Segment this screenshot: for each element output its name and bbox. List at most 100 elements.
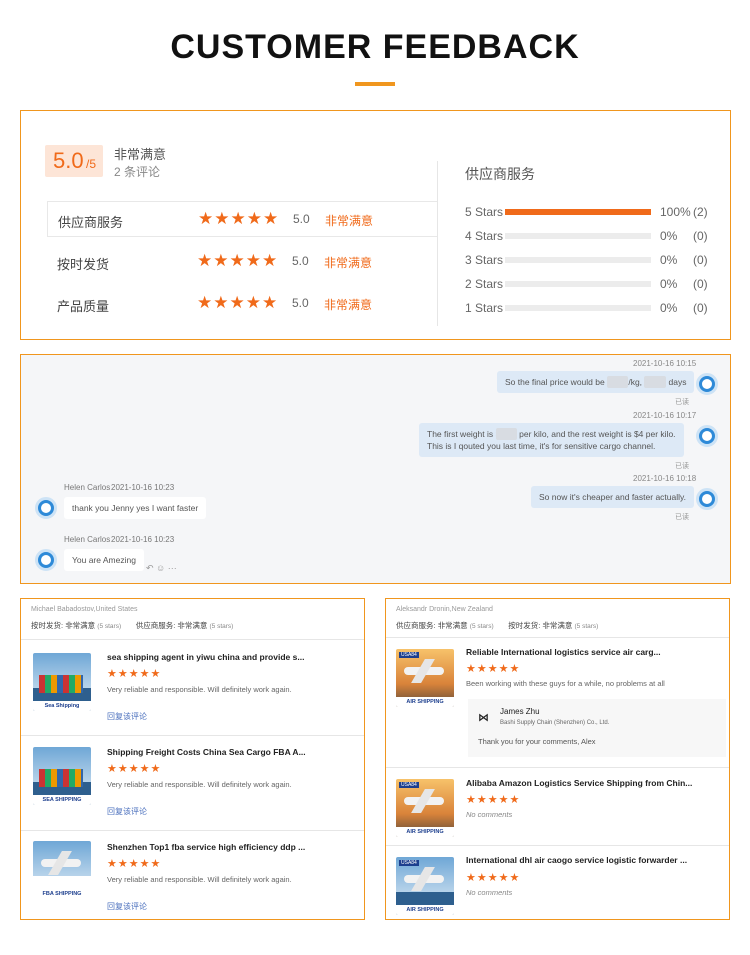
distribution-count: (0)	[693, 301, 708, 315]
product-title[interactable]: Shipping Freight Costs China Sea Cargo F…	[107, 747, 306, 757]
message-text: /kg,	[628, 377, 645, 387]
message-text: So now it's cheaper and faster actually.	[539, 492, 686, 502]
tag-name: 按时发货:	[31, 621, 64, 630]
user-avatar-icon[interactable]	[696, 425, 718, 447]
distribution-title: 供应商服务	[465, 166, 535, 182]
thumbnail-brand: USA84	[399, 860, 419, 866]
customer-avatar-icon[interactable]	[35, 497, 57, 519]
redacted-value: $4.50	[495, 428, 517, 440]
review-panel-left: Michael Babadostov,United States 按时发货: 非…	[20, 598, 365, 920]
chat-bubble-outgoing[interactable]: So the final price would be $1.75/kg, 25…	[497, 371, 695, 393]
distribution-bar	[505, 305, 651, 311]
message-timestamp: 2021-10-16 10:23	[111, 483, 175, 492]
thumbnail-caption: AIR SHIPPING	[396, 827, 454, 837]
category-score: 5.0	[292, 254, 309, 268]
thumbnail-caption: SEA SHIPPING	[33, 795, 91, 805]
chat-bubble-incoming[interactable]: thank you Jenny yes I want faster	[64, 497, 207, 519]
user-avatar-icon[interactable]	[696, 488, 718, 510]
product-title[interactable]: Shenzhen Top1 fba service high efficienc…	[107, 842, 305, 852]
message-text: The first weight is	[427, 429, 496, 439]
product-thumbnail[interactable]: FBA SHIPPING	[33, 841, 91, 899]
message-action-icons[interactable]: ↶ ☺ ···	[146, 563, 177, 574]
product-thumbnail[interactable]: USA84 AIR SHIPPING	[396, 779, 454, 837]
read-status: 已读	[675, 514, 689, 521]
message-text: per kilo, and the rest weight is $4 per …	[516, 429, 676, 439]
distribution-percent: 0%	[660, 277, 678, 291]
product-rating-stars: ★★★★★	[107, 763, 162, 775]
category-score: 5.0	[292, 296, 309, 310]
product-title[interactable]: Reliable International logistics service…	[466, 647, 661, 657]
reviewer-name: Michael Babadostov,United States	[31, 606, 138, 613]
category-row-quality[interactable]: 产品质量 ★★★★★ 5.0 非常满意	[47, 286, 437, 322]
distribution-label: 2 Stars	[465, 277, 504, 291]
distribution-count: (2)	[693, 205, 708, 219]
chat-bubble-outgoing[interactable]: So now it's cheaper and faster actually.	[531, 486, 694, 508]
thumbnail-caption: FBA SHIPPING	[33, 889, 91, 899]
tag-name: 按时发货:	[508, 621, 541, 630]
tag-stars: (5 stars)	[574, 623, 599, 630]
seller-logo-icon: ⋈	[478, 712, 489, 724]
distribution-label: 3 Stars	[465, 253, 504, 267]
distribution-count: (0)	[693, 277, 708, 291]
page-heading: CUSTOMER FEEDBACK	[170, 28, 580, 66]
distribution-percent: 100%	[660, 205, 691, 219]
heading-underline	[355, 82, 395, 86]
review-comment: Very reliable and responsible. Will defi…	[107, 780, 292, 789]
message-text: This is I qouted you last time, it's for…	[427, 441, 656, 451]
message-text: You are Amezing	[72, 555, 136, 565]
sender-name: Helen Carlos	[64, 483, 111, 492]
review-tags: 供应商服务: 非常满意 (5 stars) 按时发货: 非常满意 (5 star…	[396, 620, 598, 631]
distribution-bar	[505, 209, 651, 215]
category-name: 产品质量	[57, 299, 110, 314]
product-title[interactable]: International dhl air caogo service logi…	[466, 855, 687, 865]
distribution-percent: 0%	[660, 253, 678, 267]
product-title[interactable]: sea shipping agent in yiwu china and pro…	[107, 652, 304, 662]
message-text: So the final price would be	[505, 377, 608, 387]
customer-avatar-icon[interactable]	[35, 549, 57, 571]
reply-text: Thank you for your comments, Alex	[478, 737, 596, 746]
tag-value: 非常满意	[177, 621, 208, 630]
tag-name: 供应商服务:	[135, 621, 176, 630]
reply-link[interactable]: 回复该评论	[107, 806, 147, 817]
overall-score-suffix: /5	[86, 157, 97, 171]
review-comment: Been working with these guys for a while…	[466, 679, 665, 688]
product-thumbnail[interactable]: Sea Shipping	[33, 653, 91, 711]
product-rating-stars: ★★★★★	[107, 668, 162, 680]
divider	[386, 767, 729, 768]
category-row-delivery[interactable]: 按时发货 ★★★★★ 5.0 非常满意	[47, 244, 437, 280]
product-thumbnail[interactable]: USA84 AIR SHIPPING	[396, 649, 454, 707]
summary-divider	[437, 161, 438, 326]
reply-link[interactable]: 回复该评论	[107, 711, 147, 722]
product-rating-stars: ★★★★★	[466, 872, 521, 884]
category-row-service[interactable]: 供应商服务 ★★★★★ 5.0 非常满意	[47, 201, 437, 237]
distribution-row: 1 Stars 0% (0)	[465, 299, 715, 317]
distribution-bar	[505, 257, 651, 263]
distribution-bar	[505, 233, 651, 239]
product-rating-stars: ★★★★★	[466, 663, 521, 675]
message-text: thank you Jenny yes I want faster	[72, 503, 199, 513]
category-stars: ★★★★★	[197, 251, 279, 270]
category-name: 供应商服务	[58, 215, 124, 230]
reply-link[interactable]: 回复该评论	[107, 901, 147, 912]
tag-stars: (5 stars)	[209, 623, 234, 630]
product-thumbnail[interactable]: SEA SHIPPING	[33, 747, 91, 805]
chat-bubble-incoming[interactable]: You are Amezing	[64, 549, 144, 571]
thumbnail-brand: USA84	[399, 782, 419, 788]
user-avatar-icon[interactable]	[696, 373, 718, 395]
divider	[21, 639, 364, 640]
product-thumbnail[interactable]: USA84 AIR SHIPPING	[396, 857, 454, 915]
sender-name: Helen Carlos	[64, 535, 111, 544]
chat-panel: 2021-10-16 10:15 So the final price woul…	[20, 354, 731, 584]
tag-name: 供应商服务:	[396, 621, 436, 630]
review-panel-right: Aleksandr Dronin,New Zealand 供应商服务: 非常满意…	[385, 598, 730, 920]
read-status: 已读	[675, 463, 689, 470]
tag-value: 非常满意	[437, 621, 468, 630]
message-timestamp: 2021-10-16 10:15	[633, 359, 697, 368]
thumbnail-caption: Sea Shipping	[33, 701, 91, 711]
review-comment: Very reliable and responsible. Will defi…	[107, 685, 292, 694]
review-comment: Very reliable and responsible. Will defi…	[107, 875, 292, 884]
chat-bubble-outgoing[interactable]: The first weight is $4.50 per kilo, and …	[419, 423, 684, 457]
product-title[interactable]: Alibaba Amazon Logistics Service Shippin…	[466, 778, 692, 788]
read-status: 已读	[675, 399, 689, 406]
message-timestamp: 2021-10-16 10:18	[633, 474, 697, 483]
